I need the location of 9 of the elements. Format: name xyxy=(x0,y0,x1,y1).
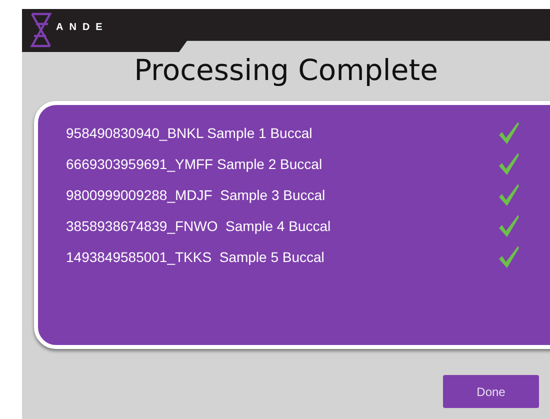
sample-label: 1493849585001_TKKS Sample 5 Buccal xyxy=(66,248,324,267)
page-title: Processing Complete xyxy=(133,52,439,88)
sample-label: 3858938674839_FNWO Sample 4 Buccal xyxy=(66,216,331,236)
done-button[interactable]: Done xyxy=(443,375,539,408)
sample-label: 6669303959691_YMFF Sample 2 Buccal xyxy=(66,154,322,174)
sample-label: 958490830940_BNKL Sample 1 Buccal xyxy=(66,124,312,143)
sample-label: 9800999009288_MDJF Sample 3 Buccal xyxy=(66,186,326,205)
logo-text: ANDE xyxy=(56,20,108,34)
logo-icon xyxy=(30,12,52,48)
